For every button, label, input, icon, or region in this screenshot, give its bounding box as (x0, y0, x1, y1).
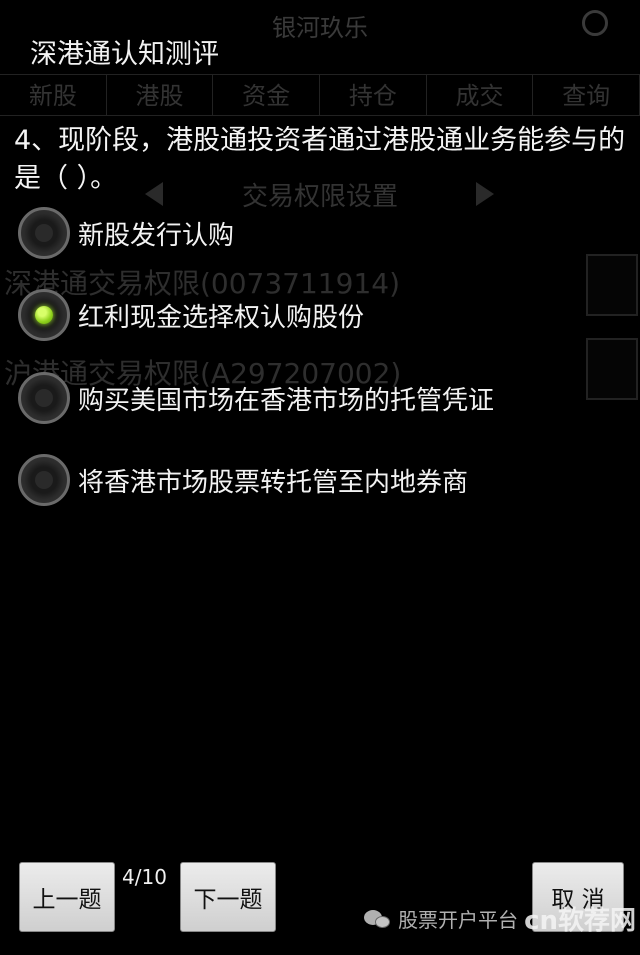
assessment-dialog: 深港通认知测评 4、现阶段，港股通投资者通过港股通业务能参与的是（ ）。 新股发… (8, 14, 636, 955)
dialog-title: 深港通认知测评 (30, 39, 219, 70)
question-progress: 4/10 (122, 865, 167, 889)
watermark-text: 股票开户平台 (398, 908, 519, 932)
option-label: 红利现金选择权认购股份 (78, 302, 365, 333)
wechat-icon (364, 908, 392, 930)
option-2[interactable]: 红利现金选择权认购股份 (18, 288, 364, 342)
option-3[interactable]: 购买美国市场在香港市场的托管凭证 (18, 371, 494, 425)
radio-button-1[interactable] (18, 207, 70, 259)
option-4[interactable]: 将香港市场股票转托管至内地券商 (18, 453, 468, 507)
watermark-brand: cn软荐网 (524, 906, 636, 936)
previous-question-button[interactable]: 上一题 (19, 862, 115, 932)
next-question-button[interactable]: 下一题 (180, 862, 276, 932)
option-1[interactable]: 新股发行认购 (18, 206, 234, 260)
watermark: 股票开户平台 cn软荐网 (364, 900, 636, 937)
question-text: 4、现阶段，港股通投资者通过港股通业务能参与的是（ ）。 (14, 125, 626, 194)
radio-button-3[interactable] (18, 372, 70, 424)
radio-button-2-selected[interactable] (18, 289, 70, 341)
option-label: 购买美国市场在香港市场的托管凭证 (78, 385, 495, 416)
option-label: 新股发行认购 (78, 220, 235, 251)
radio-button-4[interactable] (18, 454, 70, 506)
option-label: 将香港市场股票转托管至内地券商 (78, 467, 469, 498)
